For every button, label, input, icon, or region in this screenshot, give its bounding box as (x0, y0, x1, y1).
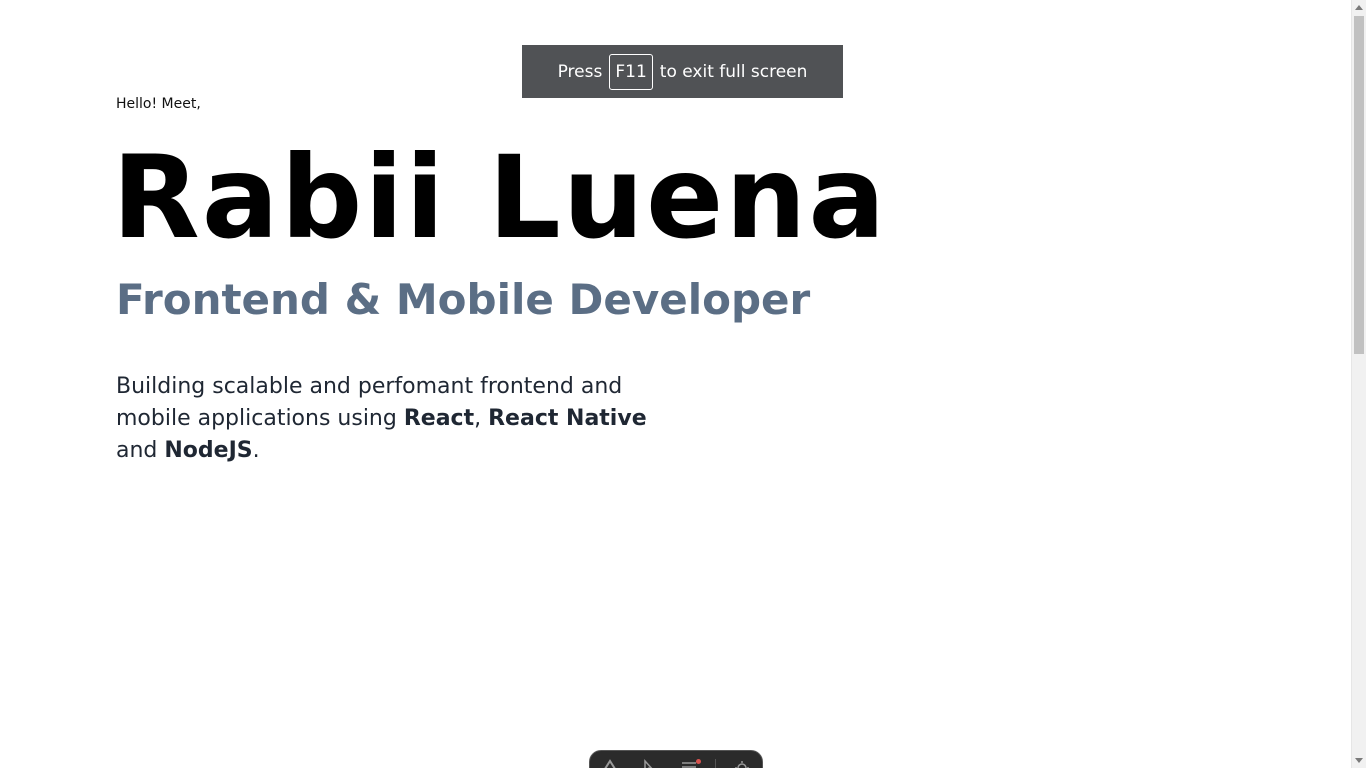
page: Press F11 to exit full screen Hello! Mee… (0, 0, 1366, 768)
dock-divider (715, 759, 717, 768)
tech-react-native: React Native (488, 406, 647, 431)
fullscreen-notice-suffix: to exit full screen (659, 61, 808, 82)
hero-description: Building scalable and perfomant frontend… (116, 371, 656, 467)
hero-greeting: Hello! Meet, (116, 96, 201, 112)
hero-role: Frontend & Mobile Developer (116, 275, 811, 324)
tech-nodejs: NodeJS (164, 438, 253, 463)
logo-icon[interactable] (596, 759, 624, 768)
hero-name: Rabii Luena (112, 131, 888, 264)
hero-description-and: and (116, 438, 165, 463)
fullscreen-notice: Press F11 to exit full screen (522, 45, 843, 98)
scroll-down-arrow-icon[interactable] (1355, 758, 1363, 763)
scroll-up-arrow-icon[interactable] (1355, 5, 1363, 10)
vertical-scrollbar[interactable] (1351, 0, 1366, 768)
scrollbar-thumb[interactable] (1354, 16, 1364, 354)
settings-icon[interactable] (728, 759, 756, 768)
fullscreen-notice-key: F11 (609, 53, 653, 90)
notification-dot (696, 759, 702, 764)
fullscreen-notice-press: Press (557, 61, 603, 82)
dev-toolbar-dock (589, 750, 763, 768)
pointer-icon[interactable] (636, 759, 664, 768)
hero-description-sep: , (474, 406, 489, 431)
hero-description-end: . (252, 438, 260, 463)
menu-icon[interactable] (675, 759, 703, 768)
tech-react: React (403, 406, 475, 431)
